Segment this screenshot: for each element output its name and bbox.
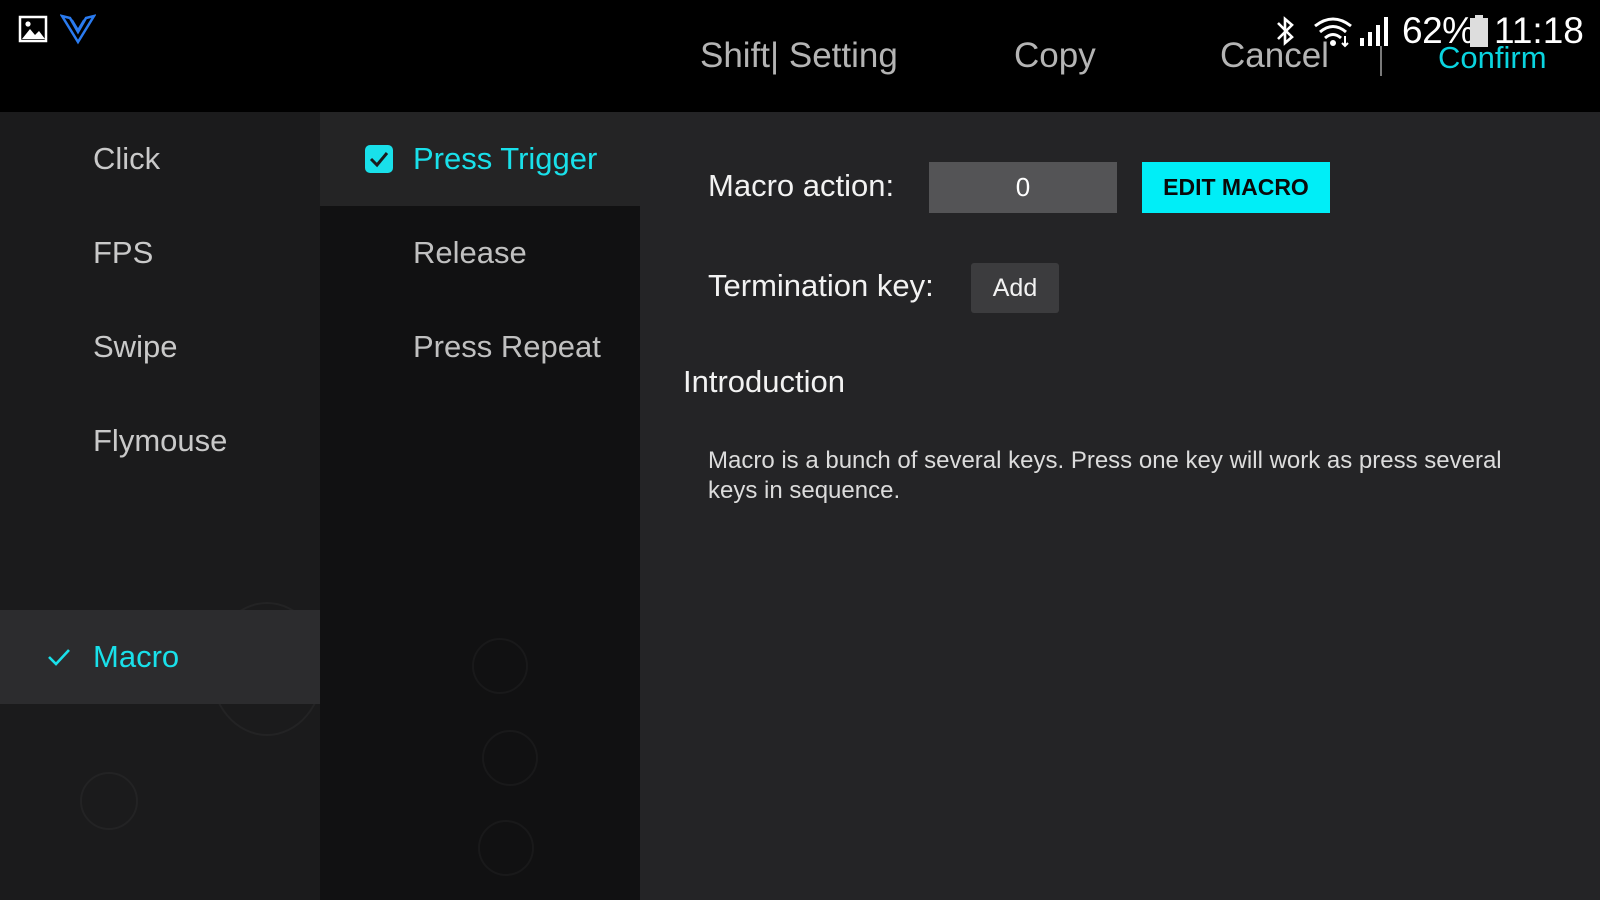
- shift-setting-button[interactable]: Shift| Setting: [700, 36, 898, 76]
- macro-action-label: Macro action:: [708, 168, 895, 203]
- category-list: Click FPS Swipe Flymouse Macro: [0, 112, 320, 900]
- termination-key-label: Termination key:: [708, 268, 934, 303]
- cancel-button[interactable]: Cancel: [1220, 36, 1329, 76]
- copy-button[interactable]: Copy: [1014, 36, 1096, 76]
- background-decoration: [482, 730, 538, 786]
- mode-item-label: Release: [413, 235, 527, 270]
- background-decoration: [478, 820, 534, 876]
- category-item-label: Macro: [93, 639, 180, 674]
- edit-macro-button[interactable]: EDIT MACRO: [1142, 162, 1330, 213]
- category-item-click[interactable]: Click: [0, 112, 320, 206]
- macro-action-value: 0: [929, 162, 1117, 213]
- category-item-label: Swipe: [93, 329, 178, 364]
- mode-item-press-repeat[interactable]: Press Repeat: [320, 300, 640, 394]
- confirm-button[interactable]: Confirm: [1438, 40, 1547, 76]
- background-decoration: [80, 772, 138, 830]
- app-logo-icon: [60, 14, 96, 45]
- mode-item-release[interactable]: Release: [320, 206, 640, 300]
- category-item-label: FPS: [93, 235, 154, 270]
- macro-settings-panel: Macro action: 0 EDIT MACRO Termination k…: [640, 112, 1600, 900]
- category-item-macro[interactable]: Macro: [0, 610, 320, 704]
- introduction-text: Macro is a bunch of several keys. Press …: [708, 447, 1502, 504]
- background-decoration: [472, 638, 528, 694]
- gallery-icon: [18, 15, 48, 43]
- signal-icon: [1360, 17, 1388, 46]
- divider: [1380, 46, 1382, 76]
- mode-item-press-trigger[interactable]: Press Trigger: [320, 112, 640, 206]
- add-termination-key-button[interactable]: Add: [971, 263, 1059, 313]
- mode-item-label: Press Repeat: [413, 329, 601, 364]
- trigger-mode-list: Press Trigger Release Press Repeat: [320, 112, 640, 900]
- check-mark-icon: [48, 649, 70, 666]
- category-item-fps[interactable]: FPS: [0, 206, 320, 300]
- top-bar: 62% 11:18 Shift| Setting Copy Cancel Con…: [0, 0, 1600, 112]
- checkbox-checked-icon: [365, 145, 393, 173]
- category-item-flymouse[interactable]: Flymouse: [0, 394, 320, 488]
- category-item-label: Click: [93, 141, 161, 176]
- introduction-heading: Introduction: [683, 364, 845, 399]
- category-item-swipe[interactable]: Swipe: [0, 300, 320, 394]
- category-item-label: Flymouse: [93, 423, 228, 458]
- mode-item-label: Press Trigger: [413, 141, 598, 176]
